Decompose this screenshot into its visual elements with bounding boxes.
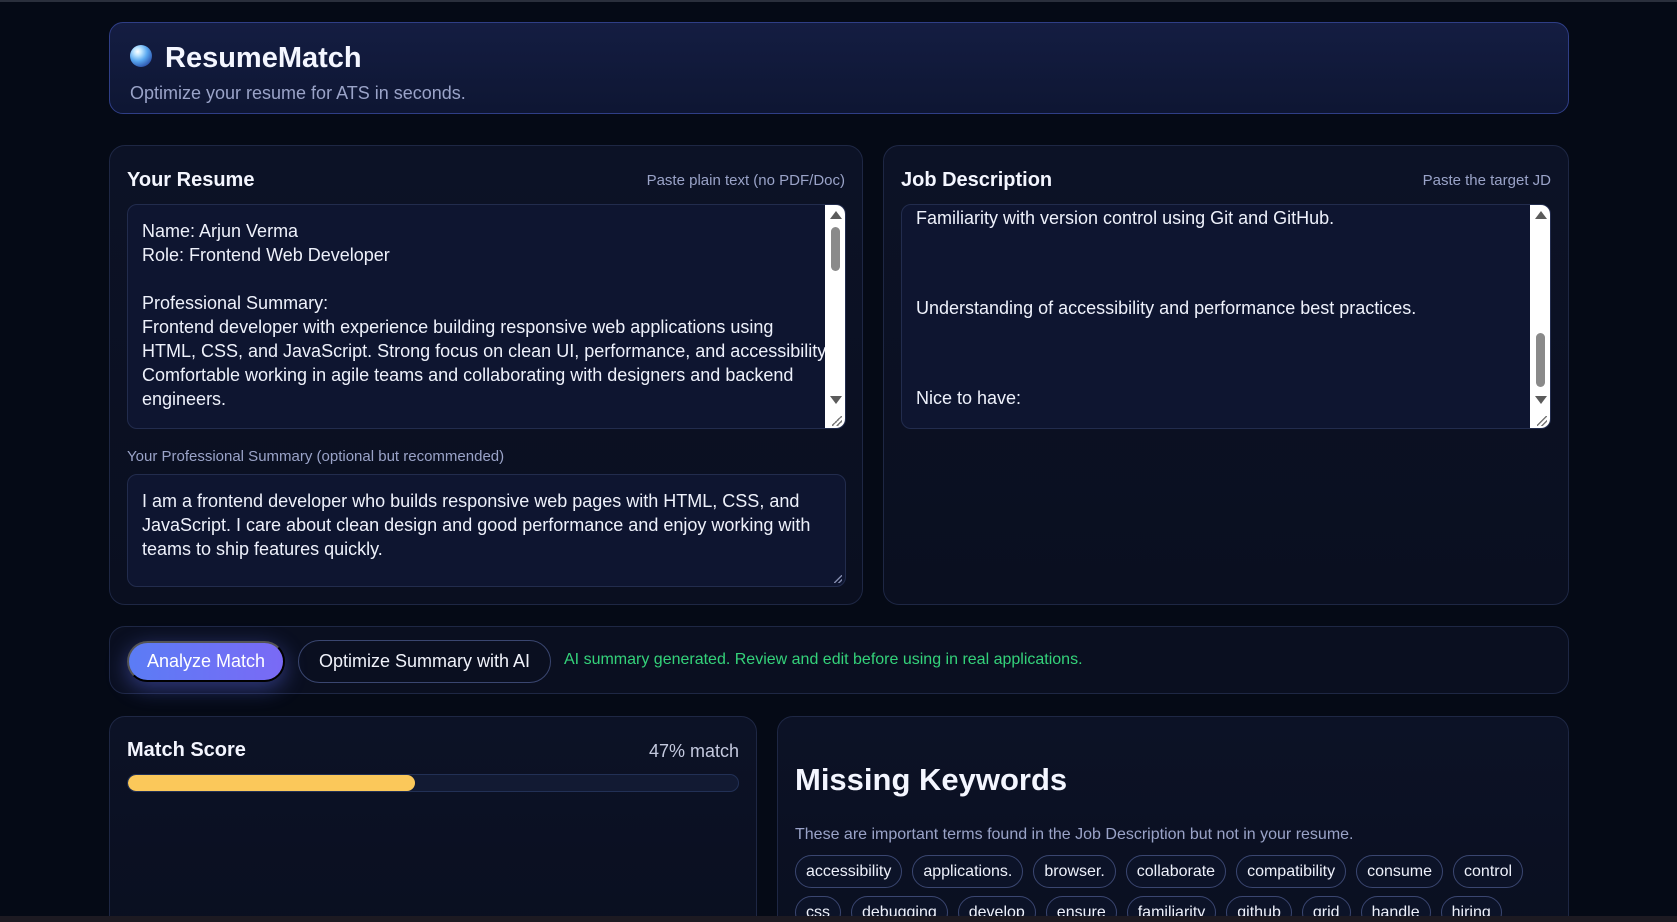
match-score-title: Match Score (127, 739, 246, 761)
app-subtitle: Optimize your resume for ATS in seconds. (130, 83, 466, 103)
app-title: ResumeMatch (165, 42, 362, 74)
scroll-down-arrow-icon[interactable] (830, 396, 842, 404)
status-message: AI summary generated. Review and edit be… (564, 651, 1083, 668)
job-textarea[interactable]: Familiarity with version control using G… (901, 204, 1551, 429)
resume-line (142, 267, 831, 291)
job-hint: Paste the target JD (1422, 172, 1551, 189)
summary-text: I am a frontend developer who builds res… (142, 489, 831, 561)
optimize-summary-button[interactable]: Optimize Summary with AI (298, 640, 551, 683)
job-line (916, 331, 1536, 376)
keyword-chip-list: accessibility applications. browser. collab… (795, 855, 1524, 922)
resume-text: Name: Arjun Verma Role: Frontend Web Deve… (142, 219, 831, 411)
resume-title: Your Resume (127, 169, 255, 191)
resume-textarea[interactable]: Name: Arjun Verma Role: Frontend Web Deve… (127, 204, 846, 429)
summary-line: I am a frontend developer who builds res… (142, 491, 800, 511)
scroll-thumb[interactable] (1536, 333, 1545, 387)
job-card: Job Description Paste the target JD Fami… (883, 145, 1569, 605)
resize-grip-icon[interactable] (834, 575, 842, 583)
resume-line: Comfortable working in agile teams and c… (142, 365, 794, 385)
keyword-chip: consume (1356, 855, 1444, 888)
job-scrollbar[interactable] (1530, 205, 1550, 428)
resume-line: engineers. (142, 389, 227, 409)
job-line: Understanding of accessibility and perfo… (916, 298, 1417, 318)
resume-line: Professional Summary: (142, 293, 329, 313)
job-text: Familiarity with version control using G… (916, 205, 1536, 428)
resize-grip-icon[interactable] (1537, 416, 1547, 426)
resume-line: Role: Frontend Web Developer (142, 245, 390, 265)
keyword-chip: browser. (1033, 855, 1116, 888)
keyword-chip: accessibility (795, 855, 903, 888)
job-line (916, 421, 1536, 428)
keyword-chip: applications. (912, 855, 1024, 888)
resize-grip-icon[interactable] (832, 416, 842, 426)
keyword-chip: control (1453, 855, 1524, 888)
resume-card: Your Resume Paste plain text (no PDF/Doc… (109, 145, 863, 605)
actions-bar: Analyze Match Optimize Summary with AI A… (109, 626, 1569, 694)
match-progress-bar (127, 774, 739, 792)
job-line: Familiarity with version control using G… (916, 208, 1335, 228)
job-line: Nice to have: (916, 388, 1022, 408)
job-title: Job Description (901, 169, 1053, 191)
scroll-up-arrow-icon[interactable] (830, 211, 842, 219)
keyword-chip: collaborate (1125, 855, 1227, 888)
resume-line: Frontend developer with experience build… (142, 317, 774, 337)
scroll-up-arrow-icon[interactable] (1535, 211, 1547, 219)
missing-keywords-title: Missing Keywords (795, 762, 1068, 797)
resume-hint: Paste plain text (no PDF/Doc) (646, 172, 845, 189)
analyze-match-button[interactable]: Analyze Match (127, 641, 285, 682)
job-line (916, 241, 1536, 286)
missing-keywords-description: These are important terms found in the J… (795, 826, 1354, 843)
summary-label: Your Professional Summary (optional but … (127, 448, 505, 465)
match-score-label: 47% match (648, 741, 739, 761)
match-progress-fill (128, 775, 415, 791)
resume-line: HTML, CSS, and JavaScript. Strong focus … (142, 341, 830, 361)
match-score-card: Match Score 47% match (109, 716, 757, 922)
keyword-chip-row: accessibility applications. browser. collab… (795, 855, 1524, 888)
resume-line: Name: Arjun Verma (142, 221, 299, 241)
window-bottom-border (0, 916, 1677, 922)
scroll-thumb[interactable] (831, 227, 840, 271)
keyword-chip: compatibility (1236, 855, 1347, 888)
summary-line: JavaScript. I care about clean design an… (142, 515, 811, 535)
window-top-border (0, 0, 1677, 2)
scroll-down-arrow-icon[interactable] (1535, 396, 1547, 404)
logo-orb-icon (130, 45, 152, 67)
missing-keywords-card: Missing Keywords These are important ter… (777, 716, 1569, 922)
resume-scrollbar[interactable] (825, 205, 845, 428)
summary-line: teams to ship features quickly. (142, 539, 383, 559)
app-header: ResumeMatch Optimize your resume for ATS… (109, 22, 1569, 114)
summary-textarea[interactable]: I am a frontend developer who builds res… (127, 474, 846, 587)
